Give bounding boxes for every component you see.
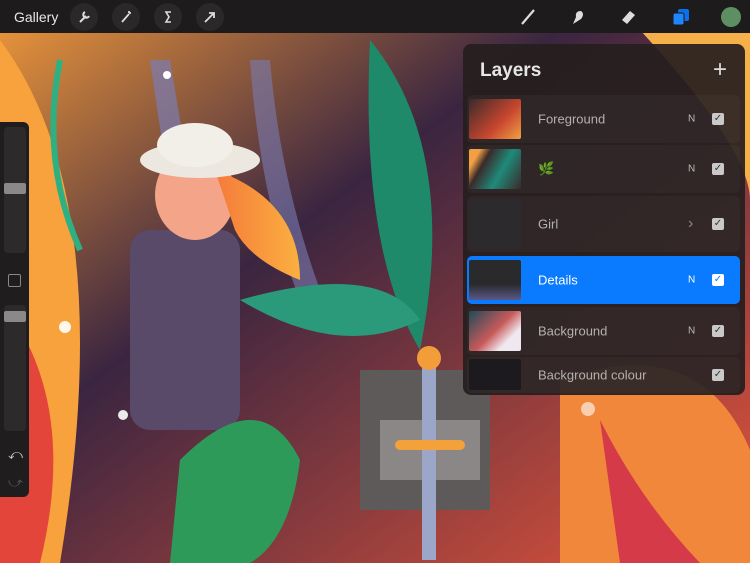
brush-size-slider[interactable] xyxy=(4,127,26,253)
group-thumbnail xyxy=(469,199,521,249)
layer-row-leaf[interactable]: 🌿 N ✓ xyxy=(467,145,740,193)
layer-name: Background colour xyxy=(538,367,647,383)
visibility-checkbox[interactable]: ✓ xyxy=(712,369,724,381)
layers-panel: Layers + Foreground N ✓ 🌿 N ✓ Girl › ✓ D… xyxy=(463,44,745,395)
eraser-icon[interactable] xyxy=(613,0,643,33)
brush-icon[interactable] xyxy=(513,0,543,33)
top-toolbar: Gallery xyxy=(0,0,750,33)
color-thumbnail xyxy=(469,359,521,390)
visibility-checkbox[interactable]: ✓ xyxy=(712,163,724,175)
gallery-button[interactable]: Gallery xyxy=(14,9,58,25)
selection-icon[interactable] xyxy=(154,2,183,31)
layer-name: Foreground xyxy=(538,111,606,127)
layers-title: Layers xyxy=(480,60,542,81)
wrench-icon[interactable] xyxy=(70,2,99,31)
visibility-checkbox[interactable]: ✓ xyxy=(712,274,724,286)
layers-icon[interactable] xyxy=(666,0,696,33)
layer-name: Details xyxy=(538,272,578,288)
blend-mode-button[interactable]: N xyxy=(688,114,695,125)
plus-icon[interactable]: + xyxy=(713,56,727,84)
modify-button[interactable] xyxy=(8,274,21,287)
redo-icon[interactable]: ⤻ xyxy=(8,474,23,491)
layer-thumbnail xyxy=(469,311,521,351)
color-circle xyxy=(721,6,741,27)
layer-name: Girl xyxy=(538,216,559,232)
layer-thumbnail xyxy=(469,260,521,300)
smudge-icon[interactable] xyxy=(563,0,593,33)
layer-name: Background xyxy=(538,323,608,339)
layer-row-background[interactable]: Background N ✓ xyxy=(467,307,740,355)
brush-size-thumb[interactable] xyxy=(4,183,26,194)
expand-chevron-icon[interactable]: › xyxy=(688,215,693,233)
opacity-slider[interactable] xyxy=(4,305,26,431)
magic-wand-icon[interactable] xyxy=(112,2,141,31)
visibility-checkbox[interactable]: ✓ xyxy=(712,325,724,337)
color-swatch[interactable] xyxy=(716,0,746,33)
visibility-checkbox[interactable]: ✓ xyxy=(712,113,724,125)
opacity-thumb[interactable] xyxy=(4,311,26,322)
undo-icon[interactable]: ⤺ xyxy=(8,446,23,463)
blend-mode-button[interactable]: N xyxy=(688,275,695,286)
layer-thumbnail xyxy=(469,149,521,189)
layer-name: 🌿 xyxy=(538,161,555,176)
visibility-checkbox[interactable]: ✓ xyxy=(712,218,724,230)
blend-mode-button[interactable]: N xyxy=(688,164,695,175)
layer-group-girl[interactable]: Girl › ✓ xyxy=(467,196,740,252)
blend-mode-button[interactable]: N xyxy=(688,326,695,337)
layer-row-foreground[interactable]: Foreground N ✓ xyxy=(467,95,740,143)
layer-thumbnail xyxy=(469,99,521,139)
layer-row-background-colour[interactable]: Background colour ✓ xyxy=(467,357,740,393)
sidebar: ⤺ ⤻ xyxy=(0,122,29,497)
transform-arrow-icon[interactable] xyxy=(196,2,225,31)
layer-row-details[interactable]: Details N ✓ xyxy=(467,256,740,304)
